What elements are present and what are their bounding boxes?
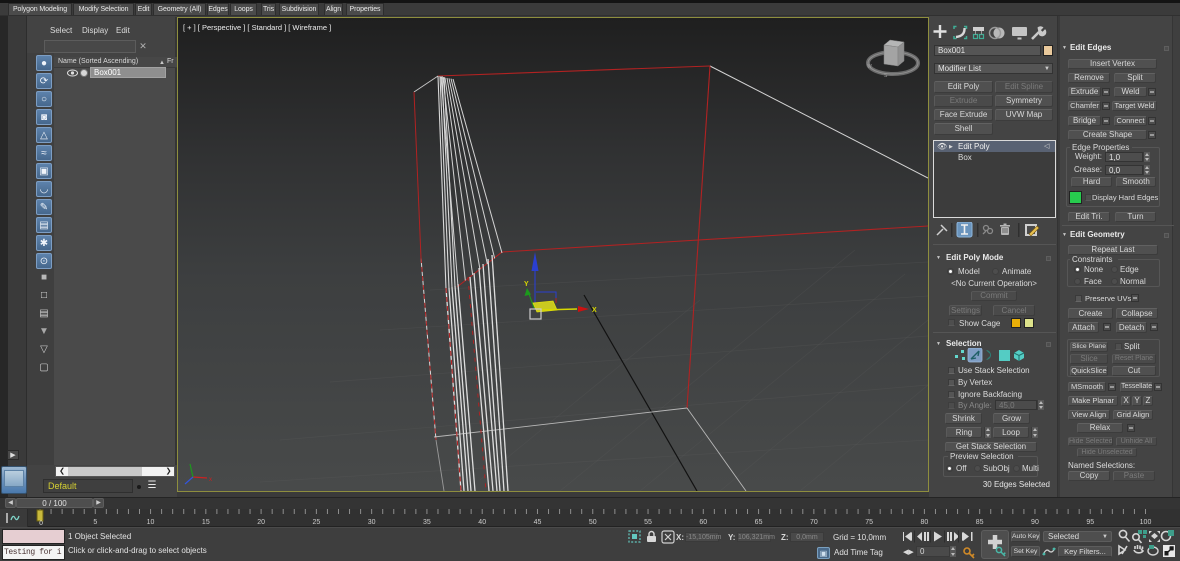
svg-text:80: 80 xyxy=(921,519,929,526)
svg-text:x: x xyxy=(209,477,212,483)
svg-text:30: 30 xyxy=(368,519,376,526)
svg-text:50: 50 xyxy=(589,519,597,526)
svg-text:10: 10 xyxy=(147,519,155,526)
svg-text:15: 15 xyxy=(202,519,210,526)
svg-text:Y: Y xyxy=(524,281,529,288)
svg-text:5: 5 xyxy=(93,519,97,526)
svg-text:95: 95 xyxy=(1086,519,1094,526)
svg-text:90: 90 xyxy=(1031,519,1039,526)
svg-text:45: 45 xyxy=(534,519,542,526)
svg-text:100: 100 xyxy=(1140,519,1152,526)
svg-text:55: 55 xyxy=(644,519,652,526)
svg-text:65: 65 xyxy=(755,519,763,526)
svg-text:20: 20 xyxy=(257,519,265,526)
svg-text:[ + ] [ Perspective ] [ Standa: [ + ] [ Perspective ] [ Standard ] [ Wir… xyxy=(183,23,331,32)
svg-text:W: W xyxy=(867,64,872,70)
svg-text:0: 0 xyxy=(39,520,43,527)
svg-text:85: 85 xyxy=(976,519,984,526)
svg-text:40: 40 xyxy=(478,519,486,526)
svg-text:70: 70 xyxy=(810,519,818,526)
svg-text:60: 60 xyxy=(699,519,707,526)
svg-text:25: 25 xyxy=(312,519,320,526)
svg-text:X: X xyxy=(592,307,597,314)
svg-text:75: 75 xyxy=(865,519,873,526)
svg-text:35: 35 xyxy=(423,519,431,526)
